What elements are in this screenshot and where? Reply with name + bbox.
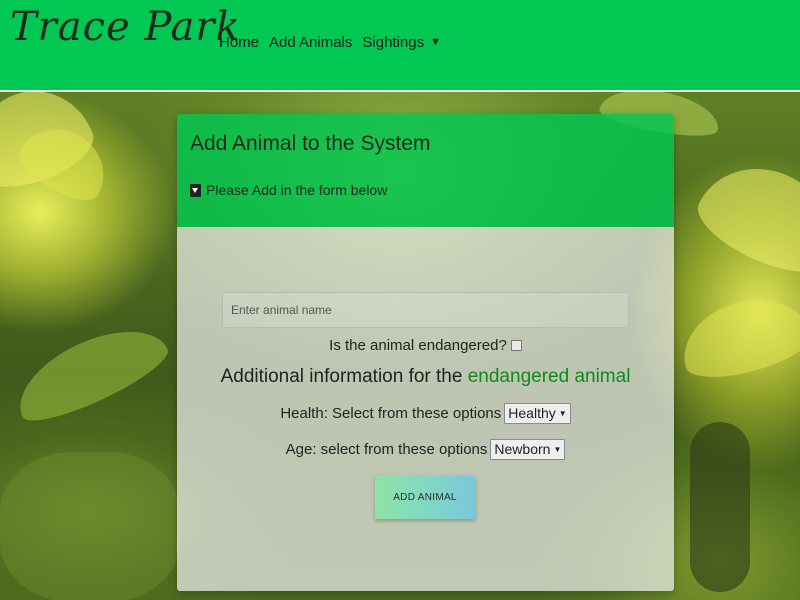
navbar: Trace Park Home Add Animals Sightings ▼ (0, 0, 800, 92)
brand-logo[interactable]: Trace Park (10, 4, 241, 50)
health-select[interactable]: Healthy ▼ (504, 402, 571, 424)
add-animal-card: Add Animal to the System Please Add in t… (177, 114, 674, 591)
age-label: Age: select from these options (285, 440, 488, 458)
endangered-row: Is the animal endangered? (177, 334, 674, 356)
additional-info-accent: endangered animal (467, 366, 631, 387)
chevron-down-icon: ▼ (553, 444, 562, 454)
age-select-row: Age: select from these options Newborn ▼ (177, 437, 674, 461)
nav-add-animals-link[interactable]: Add Animals (269, 34, 352, 51)
chevron-down-icon: ▼ (430, 36, 442, 48)
animal-name-input[interactable] (222, 292, 629, 328)
additional-info-prefix: Additional information for the (220, 366, 463, 387)
endangered-checkbox[interactable] (510, 339, 522, 351)
card-subtitle: Please Add in the form below (190, 182, 387, 198)
age-select[interactable]: Newborn ▼ (490, 438, 566, 460)
card-title: Add Animal to the System (190, 132, 431, 155)
add-animal-button[interactable]: ADD ANIMAL (375, 476, 475, 519)
caret-square-down-icon (190, 183, 201, 197)
nav-links: Home Add Animals Sightings ▼ (219, 34, 441, 51)
nav-home-link[interactable]: Home (219, 34, 259, 51)
additional-info-heading: Additional information for the endangere… (177, 363, 674, 391)
chevron-down-icon: ▼ (558, 408, 567, 418)
age-selected-value: Newborn (494, 441, 551, 457)
endangered-label: Is the animal endangered? (329, 336, 507, 354)
nav-sightings-dropdown[interactable]: Sightings ▼ (362, 34, 441, 51)
card-subtitle-text: Please Add in the form below (206, 182, 388, 198)
nav-sightings-label: Sightings (362, 34, 425, 51)
health-label: Health: Select from these options (280, 404, 502, 422)
health-select-row: Health: Select from these options Health… (177, 401, 674, 425)
card-header: Add Animal to the System Please Add in t… (177, 114, 674, 227)
health-selected-value: Healthy (508, 405, 556, 421)
additional-info-text: Additional information for the endangere… (221, 366, 631, 388)
